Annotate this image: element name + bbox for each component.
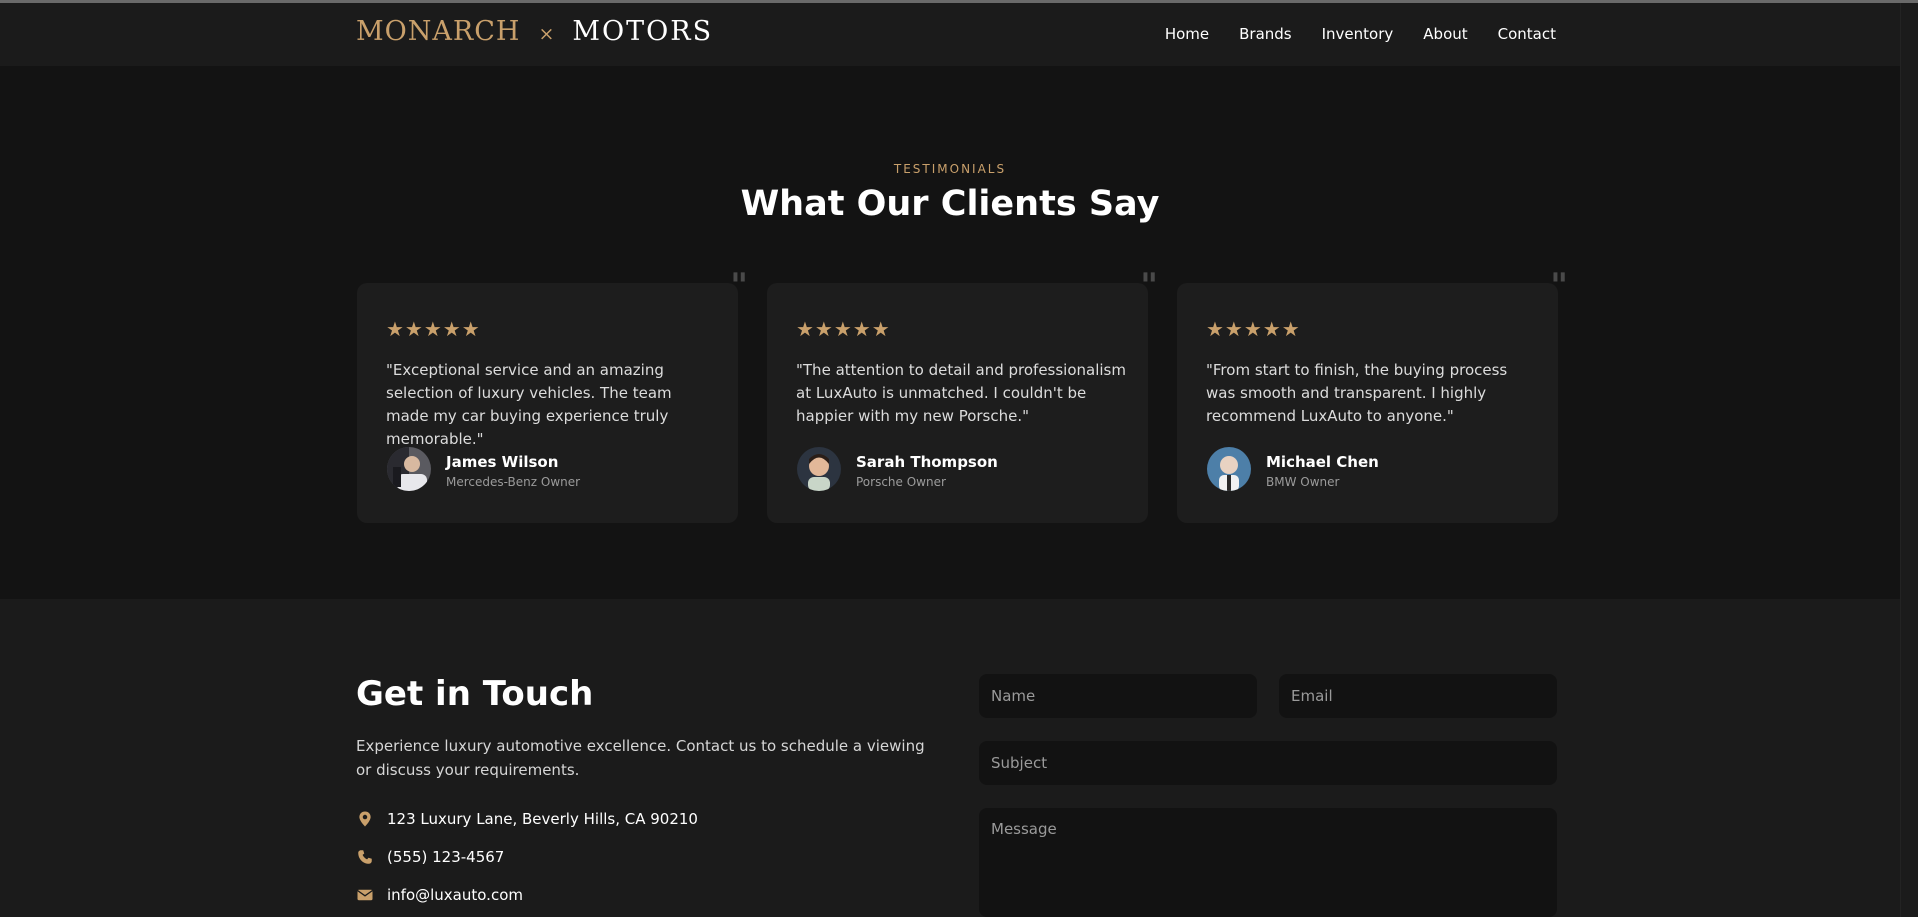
address-text: 123 Luxury Lane, Beverly Hills, CA 90210 bbox=[387, 810, 698, 828]
map-pin-icon bbox=[359, 811, 371, 827]
testimonials-section: TESTIMONIALS What Our Clients Say " ★★★★… bbox=[0, 66, 1900, 599]
nav-link-inventory[interactable]: Inventory bbox=[1322, 25, 1394, 43]
testimonial-text: "Exceptional service and an amazing sele… bbox=[386, 361, 672, 448]
navbar: MONARCH × MOTORS Home Brands Inventory A… bbox=[0, 3, 1900, 66]
contact-section: Get in Touch Experience luxury automotiv… bbox=[0, 599, 1900, 917]
nav-menu: Home Brands Inventory About Contact bbox=[1165, 25, 1556, 43]
page-scrollbar[interactable] bbox=[1900, 3, 1918, 917]
client-role: Porsche Owner bbox=[856, 475, 946, 489]
logo-motors: MOTORS bbox=[572, 16, 714, 47]
rating-stars: ★★★★★ bbox=[386, 317, 481, 341]
contact-address: 123 Luxury Lane, Beverly Hills, CA 90210 bbox=[356, 810, 698, 828]
client-name: Michael Chen bbox=[1266, 453, 1379, 471]
nav-link-brands[interactable]: Brands bbox=[1239, 25, 1292, 43]
testimonials-title: What Our Clients Say bbox=[740, 184, 1160, 224]
contact-phone: (555) 123-4567 bbox=[356, 848, 504, 866]
email-input[interactable] bbox=[1279, 674, 1557, 718]
envelope-icon bbox=[357, 889, 373, 901]
avatar-photo-icon bbox=[797, 447, 841, 491]
rating-stars: ★★★★★ bbox=[1206, 317, 1301, 341]
testimonial-card: " ★★★★★ "The attention to detail and pro… bbox=[767, 269, 1158, 523]
avatar bbox=[387, 447, 431, 491]
nav-link-home[interactable]: Home bbox=[1165, 25, 1209, 43]
testimonial-text: "The attention to detail and professiona… bbox=[796, 361, 1126, 425]
testimonial-card: " ★★★★★ "Exceptional service and an amaz… bbox=[357, 269, 748, 523]
client-role: Mercedes-Benz Owner bbox=[446, 475, 581, 489]
avatar bbox=[797, 447, 841, 491]
nav-link-about[interactable]: About bbox=[1423, 25, 1467, 43]
phone-icon bbox=[358, 850, 372, 864]
logo-monarch: MONARCH bbox=[356, 16, 521, 47]
testimonial-text: "From start to finish, the buying proces… bbox=[1206, 361, 1508, 425]
rating-stars: ★★★★★ bbox=[796, 317, 891, 341]
email-text: info@luxauto.com bbox=[387, 886, 523, 904]
client-name: James Wilson bbox=[446, 453, 559, 471]
name-input[interactable] bbox=[979, 674, 1257, 718]
avatar-photo-icon bbox=[387, 447, 431, 491]
contact-title: Get in Touch bbox=[356, 674, 594, 714]
logo-separator: × bbox=[538, 23, 555, 45]
client-role: BMW Owner bbox=[1266, 475, 1340, 489]
contact-description: Experience luxury automotive excellence.… bbox=[356, 737, 925, 779]
nav-link-contact[interactable]: Contact bbox=[1498, 25, 1556, 43]
message-textarea[interactable] bbox=[979, 808, 1557, 917]
avatar-photo-icon bbox=[1207, 447, 1251, 491]
avatar bbox=[1207, 447, 1251, 491]
subject-input[interactable] bbox=[979, 741, 1557, 785]
testimonials-eyebrow: TESTIMONIALS bbox=[893, 162, 1007, 176]
phone-text: (555) 123-4567 bbox=[387, 848, 505, 866]
contact-email: info@luxauto.com bbox=[356, 886, 523, 904]
quote-icon: " bbox=[730, 266, 748, 306]
testimonial-card: " ★★★★★ "From start to finish, the buyin… bbox=[1177, 269, 1568, 523]
client-name: Sarah Thompson bbox=[856, 453, 998, 471]
quote-icon: " bbox=[1140, 266, 1158, 306]
site-logo[interactable]: MONARCH × MOTORS bbox=[356, 16, 713, 47]
quote-icon: " bbox=[1550, 266, 1568, 306]
